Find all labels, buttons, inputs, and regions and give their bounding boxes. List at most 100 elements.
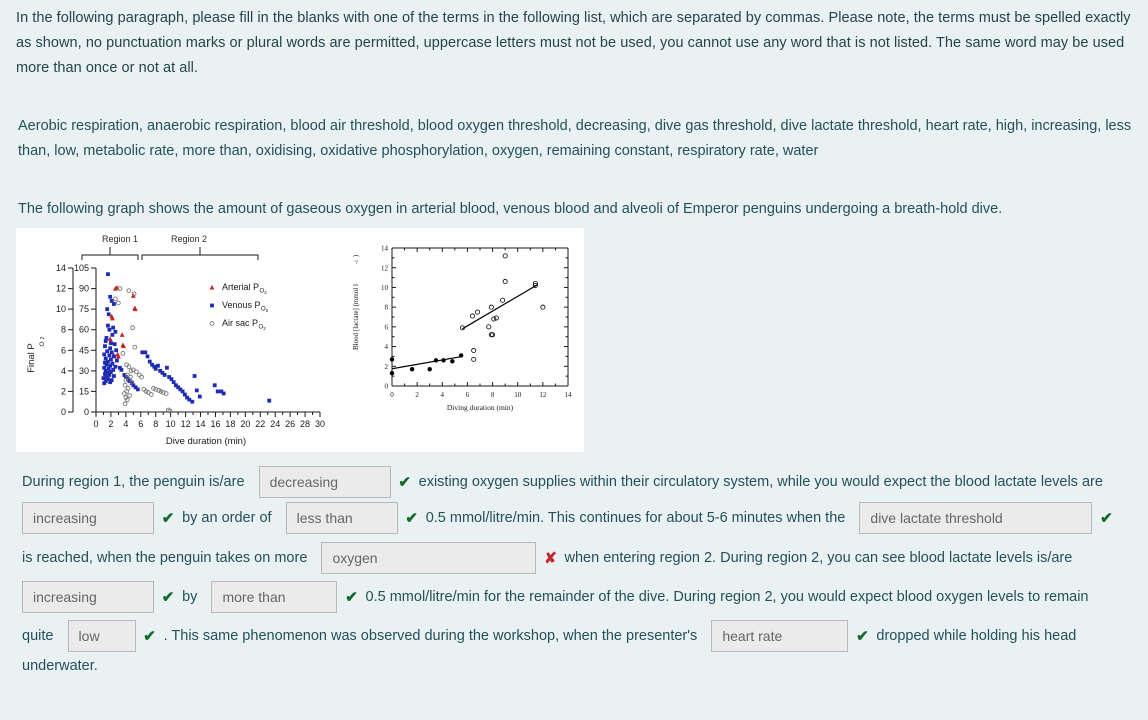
svg-text:2: 2 <box>108 419 113 429</box>
mark-incorrect-5: ✘ <box>544 550 557 567</box>
svg-text:0: 0 <box>390 391 394 399</box>
svg-text:12: 12 <box>56 284 66 294</box>
svg-text:8: 8 <box>153 419 158 429</box>
sentence-row-3: is reached, when the penguin takes on mo… <box>0 542 1148 574</box>
svg-text:4: 4 <box>385 343 389 351</box>
svg-text:105: 105 <box>74 263 89 273</box>
svg-text:28: 28 <box>300 419 310 429</box>
sentence-4-text-b: 0.5 mmol/litre/min for the remainder of … <box>365 589 1089 605</box>
worksheet-page: In the following paragraph, please fill … <box>0 0 1148 720</box>
svg-text:Blood [lactate] (mmol l: Blood [lactate] (mmol l <box>352 284 360 350</box>
svg-text:14: 14 <box>196 419 206 429</box>
sentence-row-5: quite low ✔ . This same phenomenon was o… <box>0 620 1148 652</box>
sentence-row-4: increasing ✔ by more than ✔ 0.5 mmol/lit… <box>0 581 1148 613</box>
svg-text:16: 16 <box>210 419 220 429</box>
mark-correct-7: ✔ <box>345 589 358 606</box>
svg-text:0: 0 <box>61 407 66 417</box>
chart-final-po2: 14 12 10 8 6 4 2 0 105 90 75 60 45 30 15… <box>26 247 325 447</box>
sentence-3-text-a: is reached, when the penguin takes on mo… <box>22 550 308 566</box>
answer-blank-3[interactable]: less than <box>285 502 398 534</box>
svg-text:Air sac P: Air sac P <box>222 318 258 328</box>
answer-blank-9[interactable]: heart rate <box>711 620 849 652</box>
svg-text:4: 4 <box>61 366 66 376</box>
svg-text:30: 30 <box>79 366 89 376</box>
svg-text:4: 4 <box>441 391 445 399</box>
svg-text:Dive duration (min): Dive duration (min) <box>166 436 246 447</box>
svg-text:8: 8 <box>385 304 389 312</box>
svg-text:2: 2 <box>40 336 46 339</box>
mark-correct-9: ✔ <box>856 628 869 645</box>
svg-text:18: 18 <box>225 419 235 429</box>
svg-text:2: 2 <box>266 308 269 313</box>
answer-blank-4[interactable]: dive lactate threshold <box>859 502 1093 534</box>
mark-correct-8: ✔ <box>143 628 156 645</box>
sentence-3-text-b: when entering region 2. During region 2,… <box>564 550 1073 566</box>
svg-text:20: 20 <box>240 419 250 429</box>
sentence-row-2: increasing ✔ by an order of less than ✔ … <box>0 502 1148 534</box>
svg-text:14: 14 <box>56 263 66 273</box>
svg-text:Diving duration (min): Diving duration (min) <box>447 403 514 412</box>
svg-text:15: 15 <box>79 386 89 396</box>
answer-blank-5[interactable]: oxygen <box>321 542 537 574</box>
svg-text:6: 6 <box>385 323 389 331</box>
answer-blank-7[interactable]: more than <box>211 581 338 613</box>
sentence-2-text-b: 0.5 mmol/litre/min. This continues for a… <box>425 510 846 526</box>
svg-text:10: 10 <box>166 419 176 429</box>
svg-text:2: 2 <box>385 363 389 371</box>
sentence-2-text-a: by an order of <box>182 510 272 526</box>
svg-text:10: 10 <box>514 391 522 399</box>
svg-text:12: 12 <box>181 419 191 429</box>
svg-text:12: 12 <box>381 264 389 272</box>
svg-text:10: 10 <box>381 284 389 292</box>
sentence-1-text-b: existing oxygen supplies within their ci… <box>418 474 1103 490</box>
svg-text:26: 26 <box>285 419 295 429</box>
svg-text:45: 45 <box>79 345 89 355</box>
svg-text:6: 6 <box>61 345 66 355</box>
mark-correct-1: ✔ <box>398 474 411 491</box>
svg-text:8: 8 <box>491 391 495 399</box>
svg-text:0: 0 <box>84 407 89 417</box>
svg-text:24: 24 <box>270 419 280 429</box>
sentence-6-text: underwater. <box>22 658 98 675</box>
mark-correct-3: ✔ <box>405 510 418 527</box>
svg-text:2: 2 <box>415 391 419 399</box>
svg-text:): ) <box>352 254 360 257</box>
answer-blank-8[interactable]: low <box>67 620 136 652</box>
svg-text:14: 14 <box>565 391 573 399</box>
figure-panel: Region 1 Region 2 14 12 10 8 6 4 2 0 105… <box>16 228 584 452</box>
sentence-5-text-b: . This same phenomenon was observed duri… <box>163 628 698 644</box>
svg-text:4: 4 <box>123 419 128 429</box>
sentence-row-6: underwater. <box>0 658 1148 674</box>
svg-text:-1: -1 <box>355 259 360 264</box>
svg-text:2: 2 <box>264 290 267 295</box>
sentence-4-text-a: by <box>182 589 198 605</box>
svg-text:2: 2 <box>61 386 66 396</box>
answer-blank-1[interactable]: decreasing <box>258 466 391 498</box>
svg-text:O: O <box>39 341 46 346</box>
svg-text:75: 75 <box>79 304 89 314</box>
sentence-5-text-c: dropped while holding his head <box>876 628 1077 644</box>
answer-blank-6[interactable]: increasing <box>22 581 155 613</box>
mark-correct-4: ✔ <box>1100 510 1113 527</box>
svg-text:Final P: Final P <box>26 343 37 373</box>
sentence-row-1: During region 1, the penguin is/are decr… <box>0 466 1148 498</box>
svg-text:2: 2 <box>263 326 266 331</box>
svg-text:10: 10 <box>56 304 66 314</box>
svg-text:60: 60 <box>79 325 89 335</box>
svg-text:8: 8 <box>61 325 66 335</box>
svg-text:6: 6 <box>138 419 143 429</box>
svg-text:Venous P: Venous P <box>222 300 261 310</box>
svg-text:14: 14 <box>381 245 389 253</box>
answer-blank-2[interactable]: increasing <box>22 502 155 534</box>
svg-text:90: 90 <box>79 284 89 294</box>
svg-text:22: 22 <box>255 419 265 429</box>
mark-correct-2: ✔ <box>161 510 175 527</box>
svg-text:Arterial P: Arterial P <box>222 282 259 292</box>
svg-text:0: 0 <box>93 419 98 429</box>
graph-description: The following graph shows the amount of … <box>18 201 1003 217</box>
svg-text:6: 6 <box>466 391 470 399</box>
instructions-paragraph: In the following paragraph, please fill … <box>16 10 1131 76</box>
svg-text:12: 12 <box>539 391 547 399</box>
chart-blood-lactate: 0 2 4 6 8 10 12 14 0 2 4 6 8 10 12 14 Blood [lactate] … <box>352 245 573 412</box>
svg-text:0: 0 <box>385 383 389 391</box>
